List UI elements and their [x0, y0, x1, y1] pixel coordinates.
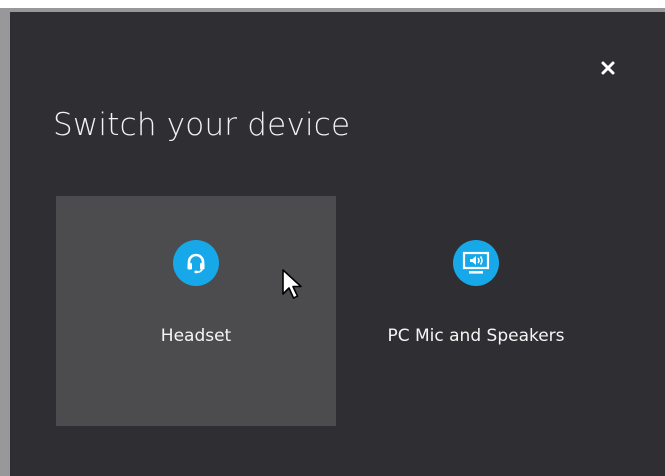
- headset-icon: [187, 253, 205, 274]
- monitor-speaker-icon: [462, 251, 490, 274]
- headset-icon-circle: [173, 240, 219, 286]
- monitor-icon-circle: [453, 240, 499, 286]
- device-label-pc-mic-speakers: PC Mic and Speakers: [387, 326, 565, 346]
- close-icon: [601, 61, 615, 75]
- device-label-headset: Headset: [160, 326, 232, 346]
- dialog-panel: Switch your device Headset PC Mic and Sp…: [10, 12, 665, 476]
- dialog-title: Switch your device: [53, 107, 351, 143]
- switch-device-dialog: Switch your device Headset PC Mic and Sp…: [0, 8, 665, 476]
- device-option-headset[interactable]: Headset: [56, 196, 336, 426]
- device-option-pc-mic-speakers[interactable]: PC Mic and Speakers: [336, 196, 616, 426]
- close-button[interactable]: [596, 56, 620, 80]
